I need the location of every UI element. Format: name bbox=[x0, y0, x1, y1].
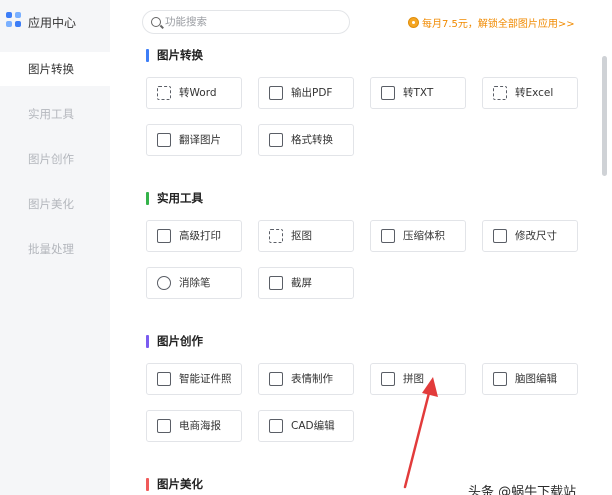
tool-button-sticker[interactable]: 表情制作 bbox=[258, 363, 354, 395]
vip-promo-link[interactable]: 每月7.5元，解锁全部图片应用>> bbox=[408, 13, 575, 31]
section-title-text: 图片创作 bbox=[157, 334, 203, 348]
app-grid-icon bbox=[6, 12, 22, 28]
tool-label: 转TXT bbox=[403, 87, 434, 99]
section-title-image-create: 图片创作 bbox=[146, 333, 203, 349]
section-title-text: 图片美化 bbox=[157, 477, 203, 491]
tool-label: 格式转换 bbox=[291, 134, 333, 146]
tool-button-eraser[interactable]: 消除笔 bbox=[146, 267, 242, 299]
tool-button-cutout[interactable]: 抠图 bbox=[258, 220, 354, 252]
search-icon bbox=[151, 17, 161, 27]
promo-text: 每月7.5元，解锁全部图片应用>> bbox=[422, 18, 575, 30]
tool-button-resize[interactable]: 修改尺寸 bbox=[482, 220, 578, 252]
tool-label: 消除笔 bbox=[179, 277, 211, 289]
translate-icon bbox=[157, 133, 171, 147]
tool-button-translate-image[interactable]: 翻译图片 bbox=[146, 124, 242, 156]
sidebar-item-image-beautify[interactable]: 图片美化 bbox=[0, 187, 110, 221]
tool-label: 翻译图片 bbox=[179, 134, 221, 146]
app-center-brand[interactable]: 应用中心 bbox=[0, 0, 110, 44]
section-title-text: 图片转换 bbox=[157, 48, 203, 62]
search-box[interactable] bbox=[142, 10, 350, 34]
text-convert-icon bbox=[381, 86, 395, 100]
collage-icon bbox=[381, 372, 395, 386]
scrollbar[interactable] bbox=[602, 40, 608, 495]
sidebar-item-batch-process[interactable]: 批量处理 bbox=[0, 232, 110, 266]
section-marker bbox=[146, 334, 149, 348]
annotation-arrow bbox=[403, 377, 438, 489]
coin-icon bbox=[408, 16, 419, 28]
tool-label: 截屏 bbox=[291, 277, 312, 289]
section-title-image-convert: 图片转换 bbox=[146, 47, 203, 63]
tool-label: 高级打印 bbox=[179, 230, 221, 242]
tool-label: 电商海报 bbox=[179, 420, 221, 432]
tool-button-mindmap[interactable]: 脑图编辑 bbox=[482, 363, 578, 395]
tool-label: 压缩体积 bbox=[403, 230, 445, 242]
format-convert-icon bbox=[269, 133, 283, 147]
tool-label: 表情制作 bbox=[291, 373, 333, 385]
tool-button-cad-edit[interactable]: CAD编辑 bbox=[258, 410, 354, 442]
cutout-icon bbox=[269, 229, 283, 243]
sidebar-item-image-convert[interactable]: 图片转换 bbox=[0, 52, 110, 86]
pdf-export-icon bbox=[269, 86, 283, 100]
tool-label: CAD编辑 bbox=[291, 420, 335, 432]
cad-icon bbox=[269, 419, 283, 433]
eraser-icon bbox=[157, 276, 171, 290]
app-center-label: 应用中心 bbox=[28, 16, 77, 30]
resize-icon bbox=[493, 229, 507, 243]
mindmap-icon bbox=[493, 372, 507, 386]
section-marker bbox=[146, 477, 149, 491]
compress-icon bbox=[381, 229, 395, 243]
tool-label: 输出PDF bbox=[291, 87, 333, 99]
tool-button-to-txt[interactable]: 转TXT bbox=[370, 77, 466, 109]
sticker-icon bbox=[269, 372, 283, 386]
tool-label: 转Excel bbox=[515, 87, 554, 99]
sidebar-item-image-create[interactable]: 图片创作 bbox=[0, 142, 110, 176]
printer-icon bbox=[157, 229, 171, 243]
tool-button-format-convert[interactable]: 格式转换 bbox=[258, 124, 354, 156]
tool-label: 智能证件照 bbox=[179, 373, 232, 385]
tool-button-to-excel[interactable]: 转Excel bbox=[482, 77, 578, 109]
search-input[interactable] bbox=[165, 14, 345, 30]
scrollbar-thumb[interactable] bbox=[602, 56, 607, 176]
tool-button-compress[interactable]: 压缩体积 bbox=[370, 220, 466, 252]
tool-button-poster[interactable]: 电商海报 bbox=[146, 410, 242, 442]
tool-label: 脑图编辑 bbox=[515, 373, 557, 385]
tool-button-to-word[interactable]: 转Word bbox=[146, 77, 242, 109]
tool-button-advanced-print[interactable]: 高级打印 bbox=[146, 220, 242, 252]
poster-icon bbox=[157, 419, 171, 433]
tool-label: 转Word bbox=[179, 87, 217, 99]
sidebar-item-utilities[interactable]: 实用工具 bbox=[0, 97, 110, 131]
id-photo-icon bbox=[157, 372, 171, 386]
section-title-image-beautify: 图片美化 bbox=[146, 476, 203, 492]
tool-label: 抠图 bbox=[291, 230, 312, 242]
tool-button-screenshot[interactable]: 截屏 bbox=[258, 267, 354, 299]
sidebar: 应用中心 图片转换 实用工具 图片创作 图片美化 批量处理 bbox=[0, 0, 110, 495]
tool-button-id-photo[interactable]: 智能证件照 bbox=[146, 363, 242, 395]
watermark: 头条 @蜗牛下载站 bbox=[468, 485, 577, 495]
section-title-text: 实用工具 bbox=[157, 191, 203, 205]
tool-label: 修改尺寸 bbox=[515, 230, 557, 242]
section-title-utilities: 实用工具 bbox=[146, 190, 203, 206]
tool-button-export-pdf[interactable]: 输出PDF bbox=[258, 77, 354, 109]
screenshot-icon bbox=[269, 276, 283, 290]
section-marker bbox=[146, 191, 149, 205]
section-marker bbox=[146, 48, 149, 62]
word-convert-icon bbox=[157, 86, 171, 100]
excel-convert-icon bbox=[493, 86, 507, 100]
